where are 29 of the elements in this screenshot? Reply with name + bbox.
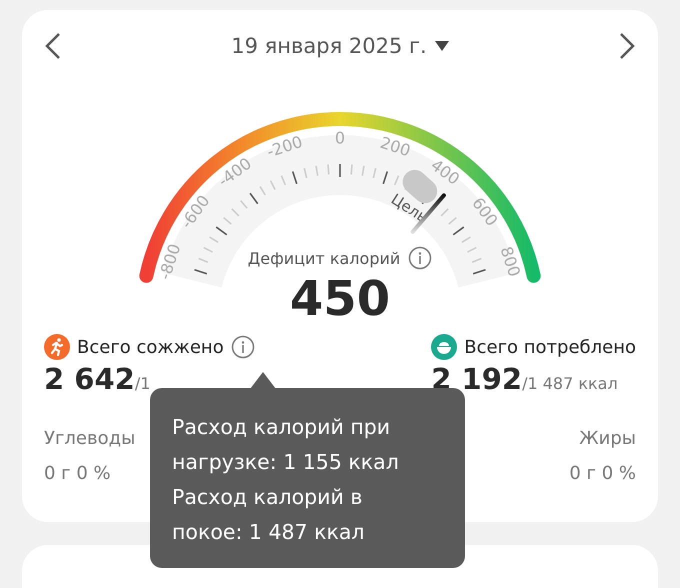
macro-name: Жиры — [579, 428, 636, 449]
tick-label: 600 — [468, 194, 502, 230]
dropdown-icon[interactable] — [434, 41, 449, 51]
back-icon[interactable] — [44, 32, 62, 60]
deficit-value: 450 — [290, 270, 390, 328]
info-icon[interactable] — [408, 246, 432, 270]
tick-label: 400 — [427, 155, 464, 189]
tooltip-text: Расход калорий при нагрузке: 1 155 ккал — [172, 414, 400, 476]
tick-label: 0 — [334, 128, 346, 148]
gauge-title: Дефицит калорий — [248, 248, 400, 268]
consumed-target: /1 487 ккал — [522, 374, 618, 393]
macro-name: Углеводы — [44, 428, 136, 449]
macro-amount: 0 г 0 % — [44, 463, 112, 484]
macro-amount: 0 г 0 % — [569, 463, 636, 484]
forward-icon[interactable] — [618, 32, 636, 60]
tick-label: 800 — [496, 244, 524, 280]
consumed-label: Всего потреблено — [464, 336, 636, 358]
info-icon[interactable] — [230, 335, 255, 359]
tick-label: 200 — [378, 132, 413, 160]
tick-label: -200 — [264, 132, 305, 162]
burned-value: 2 642 — [44, 362, 135, 396]
bowl-icon — [431, 334, 458, 360]
tooltip-text: Расход калорий в покое: 1 487 ккал — [172, 484, 366, 546]
date-label[interactable]: 19 января 2025 г. — [231, 34, 427, 58]
burned-label: Всего сожжено — [77, 336, 224, 358]
runner-icon — [44, 334, 70, 360]
tick-label: -800 — [155, 241, 184, 282]
tick-label: -400 — [214, 154, 255, 190]
burned-target: /1 — [134, 374, 150, 393]
